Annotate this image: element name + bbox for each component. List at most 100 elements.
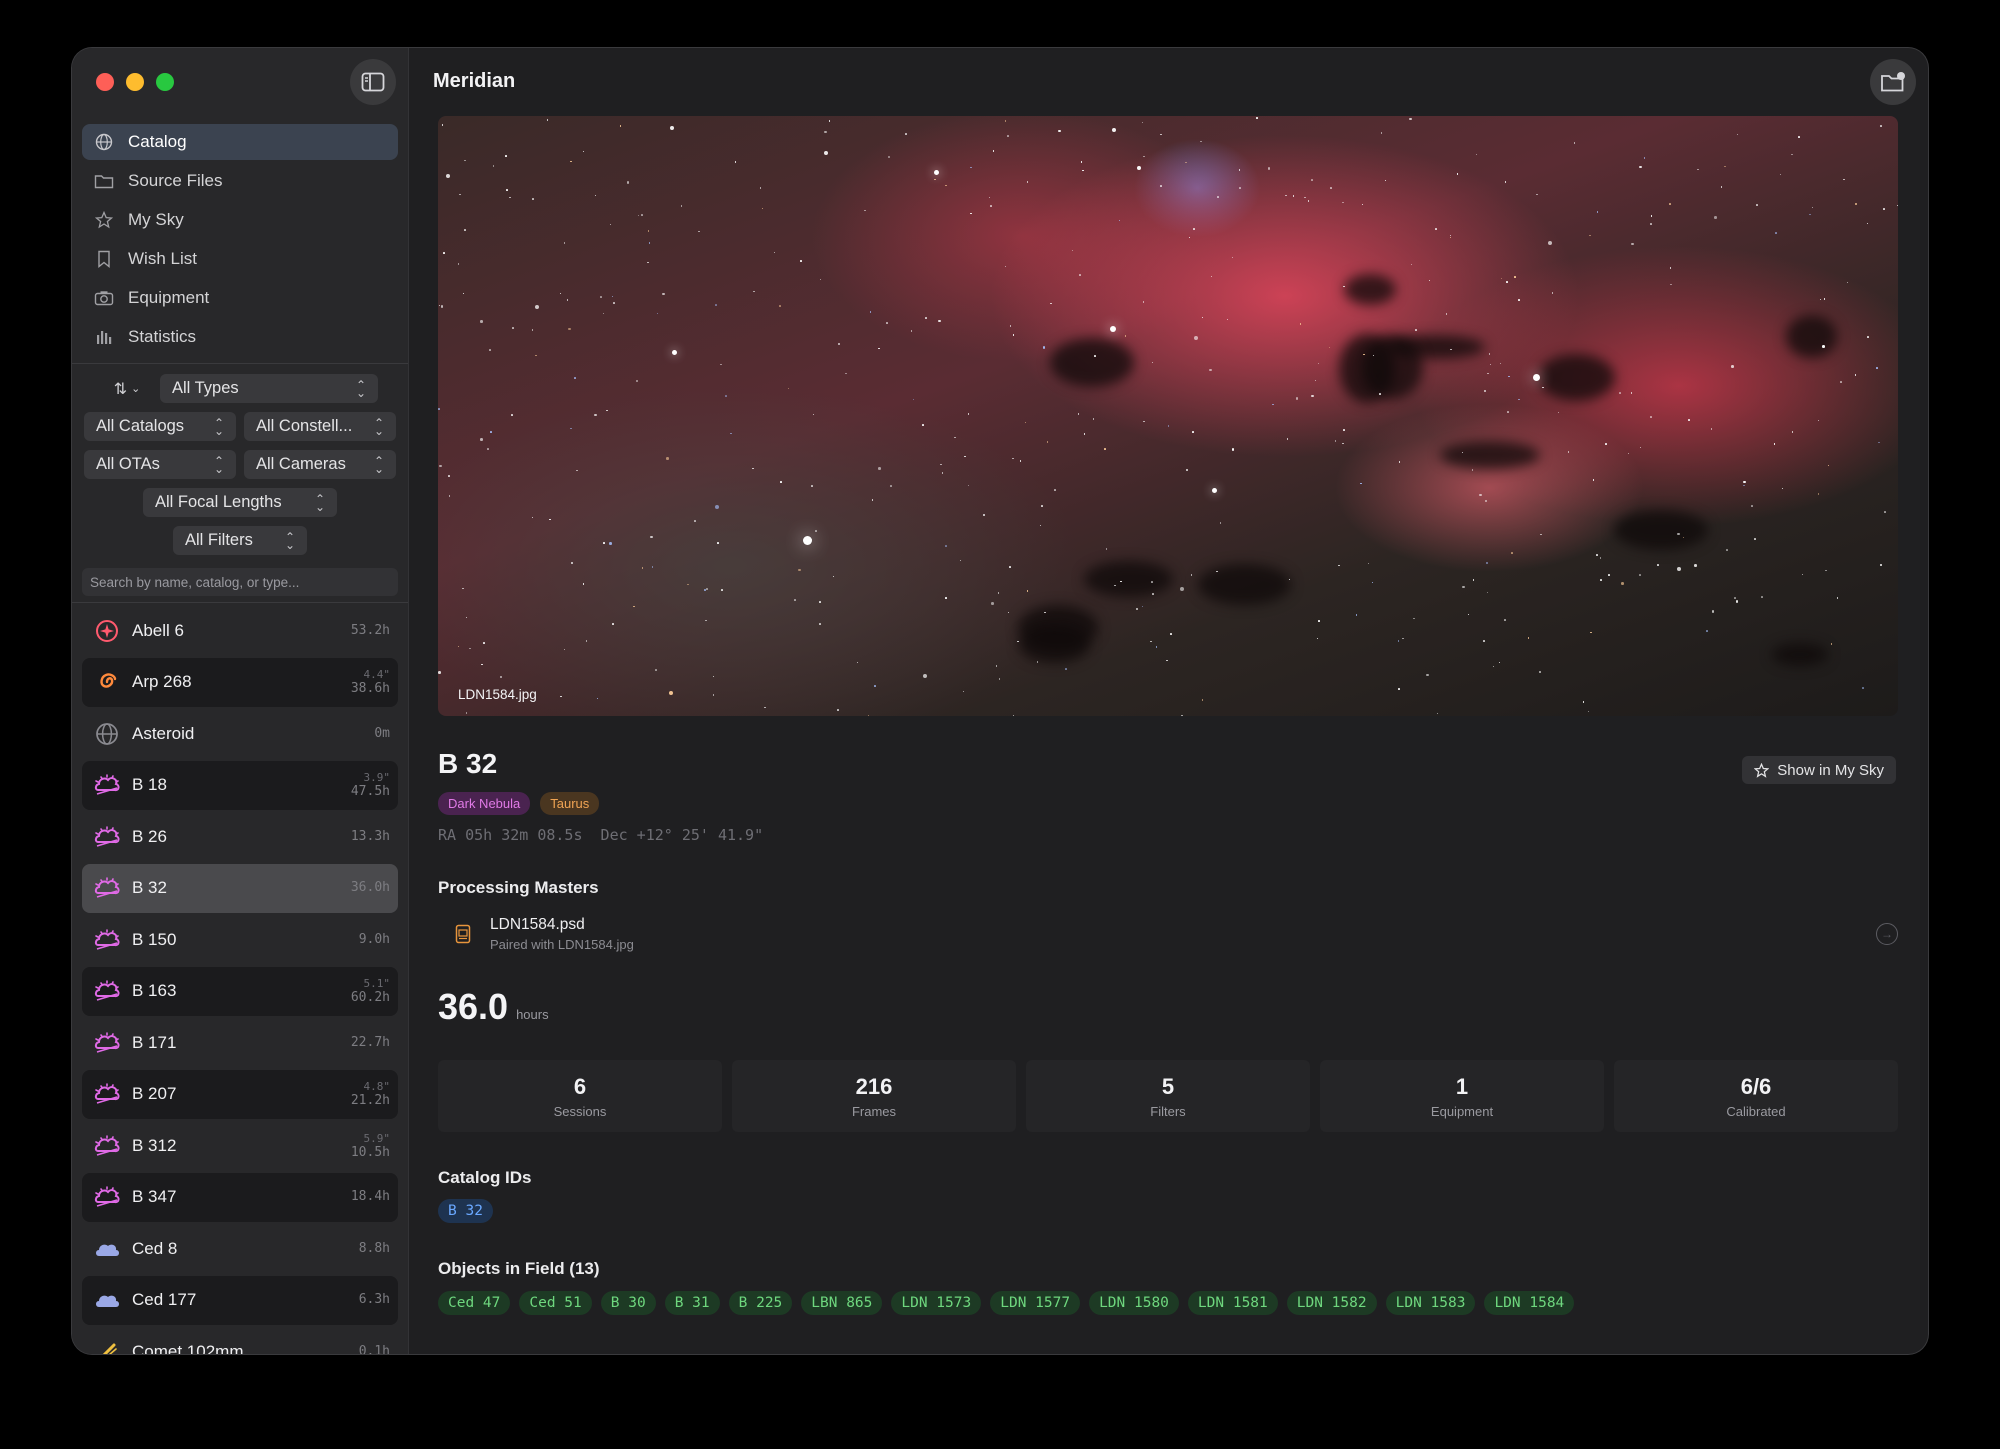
object-list-item[interactable]: Comet 102mm 0.1h <box>82 1327 398 1354</box>
sort-button[interactable]: ⇅ ⌄ <box>102 374 152 403</box>
field-object-chip[interactable]: LDN 1580 <box>1089 1291 1179 1315</box>
object-list-item[interactable]: B 207 4.8" 21.2h <box>82 1069 398 1119</box>
object-hours: 9.0h <box>358 931 390 947</box>
search-input[interactable]: Search by name, catalog, or type... <box>82 568 398 596</box>
field-object-chip[interactable]: LDN 1573 <box>891 1291 982 1315</box>
star <box>1415 329 1417 331</box>
star <box>794 599 796 601</box>
star <box>874 685 876 687</box>
filter-filter-select[interactable]: All Filters ⌃ ⌄ <box>173 526 307 555</box>
open-arrow-icon[interactable]: → <box>1876 923 1898 945</box>
hours-value: 36.0 <box>438 986 509 1027</box>
star <box>1219 522 1222 524</box>
sidebar-item-wish-list[interactable]: Wish List <box>82 241 398 277</box>
object-size: 5.9" <box>363 1131 391 1145</box>
catalog-filter-select[interactable]: All Catalogs ⌃ ⌄ <box>84 412 236 441</box>
camera-filter-value: All Cameras <box>256 455 346 473</box>
field-object-chip[interactable]: B 30 <box>600 1291 656 1315</box>
type-filter-select[interactable]: All Types ⌃ ⌄ <box>160 374 378 403</box>
updown-chevron-icon: ⌃ ⌄ <box>373 453 384 476</box>
sidebar-item-equipment[interactable]: Equipment <box>82 280 398 316</box>
field-object-chip[interactable]: LDN 1577 <box>990 1291 1081 1315</box>
field-object-chip[interactable]: LDN 1584 <box>1484 1291 1575 1315</box>
star <box>1384 179 1387 182</box>
object-list-item[interactable]: B 26 13.3h <box>82 812 398 861</box>
star <box>506 189 508 191</box>
star <box>1286 438 1289 440</box>
object-list-item[interactable]: Asteroid 0m <box>82 709 398 758</box>
star <box>1143 420 1145 423</box>
ota-filter-select[interactable]: All OTAs ⌃ ⌄ <box>84 450 236 479</box>
object-list: Abell 6 53.2h Arp 268 4.4" 38.6h Asteroid 0m B … <box>82 606 398 1354</box>
sidebar-item-catalog[interactable]: Catalog <box>82 124 398 160</box>
object-list-item[interactable]: Abell 6 53.2h <box>82 606 398 655</box>
star <box>481 663 483 666</box>
star-icon <box>94 210 114 230</box>
processing-master-row[interactable]: LDN1584.psd Paired with LDN1584.jpg → <box>438 908 1898 960</box>
sidebar-item-statistics[interactable]: Statistics <box>82 319 398 355</box>
close-window-button[interactable] <box>96 73 114 91</box>
star <box>559 292 562 295</box>
object-list-item[interactable]: B 312 5.9" 10.5h <box>82 1121 398 1170</box>
catalog-id-chip[interactable]: B 32 <box>438 1199 493 1223</box>
zoom-window-button[interactable] <box>156 73 174 91</box>
field-object-chip[interactable]: LDN 1581 <box>1187 1291 1278 1315</box>
star <box>1054 489 1056 491</box>
minimize-window-button[interactable] <box>126 73 144 91</box>
field-object-chip[interactable]: LBN 865 <box>801 1291 883 1315</box>
star <box>845 372 847 375</box>
field-object-chip[interactable]: Ced 47 <box>438 1291 511 1315</box>
stat-value: 1 <box>1455 1073 1469 1099</box>
sidebar-toggle-button[interactable] <box>350 59 396 105</box>
field-object-chip[interactable]: B 31 <box>664 1291 720 1315</box>
object-list-item[interactable]: B 18 3.9" 47.5h <box>82 760 398 810</box>
sort-icon: ⇅ <box>113 380 128 398</box>
field-object-chip[interactable]: LDN 1582 <box>1286 1291 1377 1315</box>
stat-value: 6/6 <box>1740 1073 1772 1099</box>
star <box>438 671 441 674</box>
star <box>1449 236 1452 239</box>
field-object-chip[interactable]: Ced 51 <box>519 1291 592 1315</box>
star <box>1621 582 1624 585</box>
object-list-item[interactable]: Ced 8 8.8h <box>82 1224 398 1273</box>
star <box>871 499 874 501</box>
add-folder-button[interactable] <box>1870 59 1916 105</box>
star <box>698 230 700 233</box>
object-list-item[interactable]: B 32 36.0h <box>82 863 398 913</box>
star <box>1734 597 1736 599</box>
catalog-ids-heading: Catalog IDs <box>438 1168 532 1187</box>
type-tag[interactable]: Dark Nebula <box>438 792 531 815</box>
object-list-item[interactable]: Arp 268 4.4" 38.6h <box>82 657 398 707</box>
dark-nebula-icon <box>92 1079 122 1109</box>
constellation-tag[interactable]: Taurus <box>540 792 600 815</box>
sidebar-item-my-sky[interactable]: My Sky <box>82 202 398 238</box>
field-object-chip[interactable]: B 225 <box>728 1291 793 1315</box>
bright-star <box>934 170 940 175</box>
object-list-item[interactable]: B 171 22.7h <box>82 1018 398 1067</box>
object-title: B 32 <box>438 748 498 779</box>
field-object-chip[interactable]: LDN 1583 <box>1385 1291 1476 1315</box>
focal-length-filter-select[interactable]: All Focal Lengths ⌃ ⌄ <box>143 488 337 517</box>
star <box>1398 688 1400 690</box>
object-list-item[interactable]: B 347 18.4h <box>82 1172 398 1222</box>
star <box>1639 446 1642 449</box>
object-list-item[interactable]: B 163 5.1" 60.2h <box>82 966 398 1016</box>
star <box>1467 613 1470 616</box>
sidebar-item-source-files[interactable]: Source Files <box>82 163 398 199</box>
object-list-item[interactable]: Ced 177 6.3h <box>82 1275 398 1325</box>
star <box>490 431 492 433</box>
star <box>1094 355 1096 357</box>
object-list-item[interactable]: B 150 9.0h <box>82 915 398 964</box>
show-in-my-sky-button[interactable]: Show in My Sky <box>1742 756 1896 784</box>
constellation-filter-select[interactable]: All Constell... ⌃ ⌄ <box>244 412 396 441</box>
object-image[interactable]: LDN1584.jpg <box>438 116 1898 716</box>
star <box>1499 362 1502 365</box>
star <box>1151 581 1153 583</box>
camera-filter-select[interactable]: All Cameras ⌃ ⌄ <box>244 450 396 479</box>
star <box>465 712 468 714</box>
object-hours: 36.0h <box>350 880 390 895</box>
object-hours: 0m <box>374 725 390 741</box>
star <box>1538 670 1542 674</box>
star <box>1036 661 1039 663</box>
star <box>1026 181 1029 183</box>
